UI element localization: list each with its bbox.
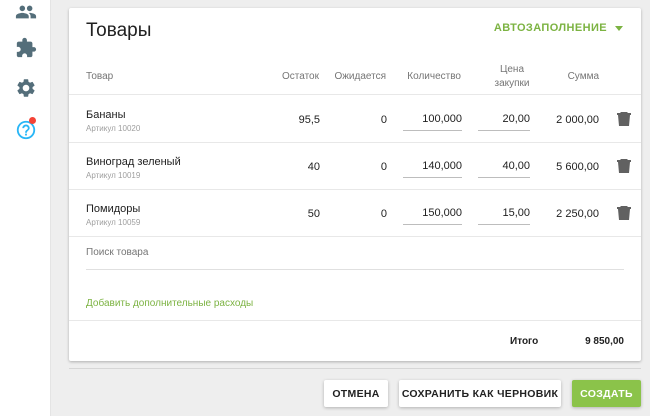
delete-icon[interactable] [617, 205, 631, 220]
table-row: Бананы Артикул 10020 95,5 0 100,000 20,0… [69, 95, 641, 142]
expected-value: 0 [380, 208, 387, 220]
product-sku: Артикул 10019 [86, 171, 141, 180]
footer-divider [69, 368, 641, 369]
product-sku: Артикул 10059 [86, 218, 141, 227]
expected-value: 0 [380, 161, 387, 173]
price-input[interactable]: 20,00 [478, 105, 530, 131]
quantity-input[interactable]: 150,000 [403, 199, 462, 225]
cancel-button[interactable]: ОТМЕНА [324, 380, 388, 407]
price-input[interactable]: 40,00 [478, 152, 530, 178]
price-input[interactable]: 15,00 [478, 199, 530, 225]
table-row: Виноград зеленый Артикул 10019 40 0 140,… [69, 142, 641, 189]
total-value: 9 850,00 [585, 336, 624, 347]
total-label: Итого [510, 336, 539, 347]
product-name: Бананы [86, 109, 126, 121]
people-icon[interactable] [15, 1, 37, 23]
header-product: Товар [86, 71, 114, 82]
product-name: Виноград зеленый [86, 156, 181, 168]
create-button[interactable]: СОЗДАТЬ [572, 380, 641, 407]
stock-value: 40 [307, 161, 320, 173]
header-price-line2: закупки [494, 78, 530, 89]
add-extra-costs-link[interactable]: Добавить дополнительные расходы [86, 298, 253, 309]
sum-value: 5 600,00 [556, 161, 599, 173]
delete-icon[interactable] [617, 111, 631, 126]
header-purchase-price: Цена закупки [492, 63, 532, 91]
autofill-dropdown[interactable]: АВТОЗАПОЛНЕНИЕ [494, 22, 623, 34]
delete-icon[interactable] [617, 158, 631, 173]
product-name: Помидоры [86, 203, 141, 215]
total-divider [69, 320, 641, 321]
stock-value: 95,5 [298, 114, 320, 126]
help-icon[interactable] [15, 117, 37, 141]
header-sum: Сумма [567, 71, 599, 82]
header-price-line1: Цена [499, 64, 525, 75]
search-underline [86, 269, 624, 270]
products-card: Товары АВТОЗАПОЛНЕНИЕ Товар Остаток Ожид… [69, 8, 641, 361]
caret-down-icon [615, 25, 623, 31]
sum-value: 2 250,00 [556, 208, 599, 220]
row-divider [69, 236, 641, 237]
stock-value: 50 [307, 208, 320, 220]
header-quantity: Количество [407, 71, 461, 82]
save-draft-button[interactable]: СОХРАНИТЬ КАК ЧЕРНОВИК [399, 380, 561, 407]
header-expected: Ожидается [334, 71, 386, 82]
autofill-label: АВТОЗАПОЛНЕНИЕ [493, 22, 607, 34]
expected-value: 0 [380, 114, 387, 126]
gear-icon[interactable] [15, 77, 37, 99]
sidebar [0, 0, 51, 416]
notification-badge [29, 117, 36, 124]
sum-value: 2 000,00 [556, 114, 599, 126]
quantity-input[interactable]: 140,000 [403, 152, 462, 178]
quantity-input[interactable]: 100,000 [403, 105, 462, 131]
product-sku: Артикул 10020 [86, 124, 141, 133]
card-title: Товары [86, 20, 152, 41]
puzzle-icon[interactable] [15, 37, 37, 59]
product-search-input[interactable]: Поиск товара [86, 247, 148, 258]
table-row: Помидоры Артикул 10059 50 0 150,000 15,0… [69, 189, 641, 236]
header-stock: Остаток [282, 71, 319, 82]
